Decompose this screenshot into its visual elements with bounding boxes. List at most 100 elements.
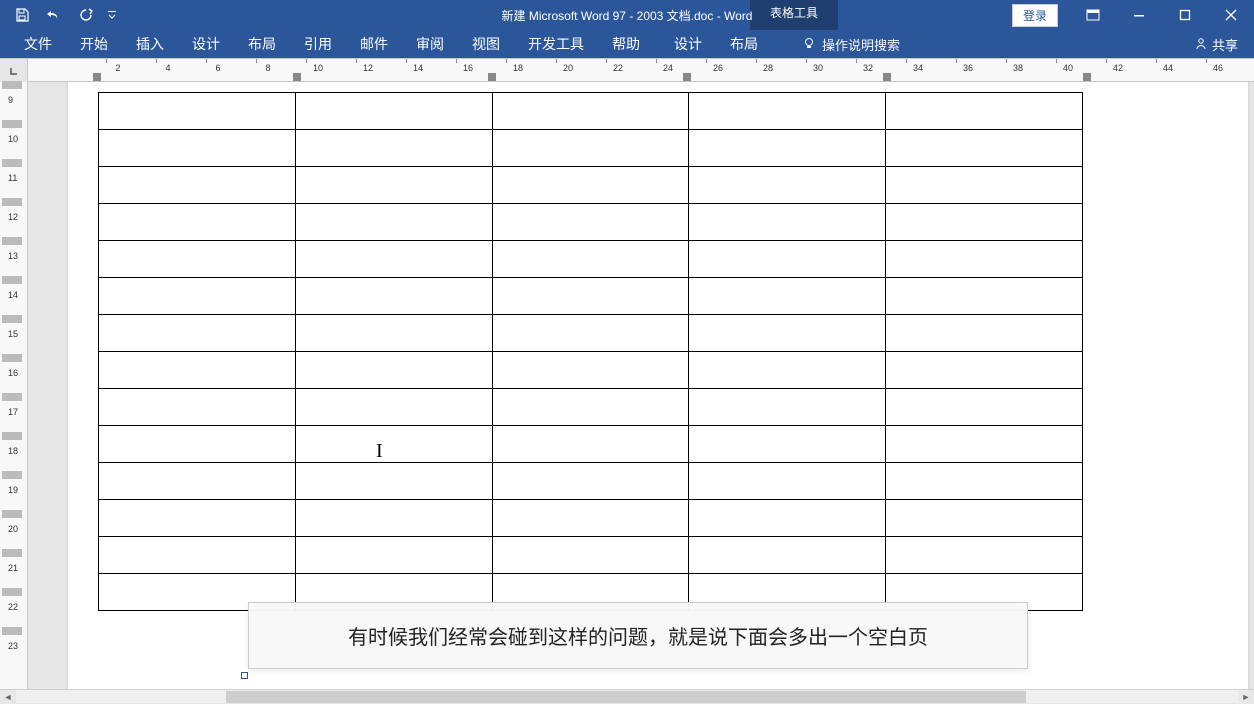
- table-cell[interactable]: [886, 389, 1083, 426]
- table-cell[interactable]: [492, 130, 689, 167]
- table-cell[interactable]: [99, 130, 296, 167]
- row-marker[interactable]: [2, 588, 22, 596]
- table-cell[interactable]: [886, 278, 1083, 315]
- table-cell[interactable]: [295, 537, 492, 574]
- tab-help[interactable]: 帮助: [598, 30, 654, 58]
- scroll-right-button[interactable]: ►: [1238, 690, 1254, 704]
- table-cell[interactable]: [492, 167, 689, 204]
- tab-review[interactable]: 审阅: [402, 30, 458, 58]
- tell-me-search[interactable]: 操作说明搜索: [802, 35, 900, 54]
- scroll-track[interactable]: [16, 690, 1238, 704]
- column-marker[interactable]: [1083, 73, 1091, 81]
- table-cell[interactable]: [295, 167, 492, 204]
- table-cell[interactable]: [492, 241, 689, 278]
- row-marker[interactable]: [2, 432, 22, 440]
- table-cell[interactable]: [886, 204, 1083, 241]
- scroll-left-button[interactable]: ◄: [0, 690, 16, 704]
- table-row[interactable]: [99, 167, 1083, 204]
- table-cell[interactable]: [689, 537, 886, 574]
- table-row[interactable]: [99, 278, 1083, 315]
- share-button[interactable]: 共享: [1194, 35, 1238, 54]
- row-marker[interactable]: [2, 159, 22, 167]
- table-cell[interactable]: [99, 500, 296, 537]
- tab-mailings[interactable]: 邮件: [346, 30, 402, 58]
- table-cell[interactable]: [492, 204, 689, 241]
- table-cell[interactable]: [886, 500, 1083, 537]
- table-row[interactable]: [99, 500, 1083, 537]
- table-cell[interactable]: [295, 278, 492, 315]
- table-cell[interactable]: [99, 315, 296, 352]
- column-marker[interactable]: [883, 73, 891, 81]
- qat-customize-button[interactable]: [104, 1, 120, 29]
- table-cell[interactable]: [295, 426, 492, 463]
- table-cell[interactable]: [886, 426, 1083, 463]
- row-marker[interactable]: [2, 237, 22, 245]
- table-cell[interactable]: [99, 463, 296, 500]
- tab-selector[interactable]: [0, 59, 28, 83]
- table-cell[interactable]: [99, 167, 296, 204]
- tab-references[interactable]: 引用: [290, 30, 346, 58]
- tab-home[interactable]: 开始: [66, 30, 122, 58]
- table-cell[interactable]: [689, 389, 886, 426]
- row-marker[interactable]: [2, 471, 22, 479]
- table-cell[interactable]: [492, 93, 689, 130]
- undo-button[interactable]: [40, 1, 68, 29]
- table-cell[interactable]: [492, 352, 689, 389]
- table-cell[interactable]: [689, 463, 886, 500]
- table-row[interactable]: [99, 204, 1083, 241]
- horizontal-ruler[interactable]: 2468101214161820222426283032343638404244…: [28, 59, 1254, 81]
- row-marker[interactable]: [2, 120, 22, 128]
- table-cell[interactable]: [492, 463, 689, 500]
- page-viewport[interactable]: I 有时候我们经常会碰到这样的问题，就是说下面会多出一个空白页: [28, 82, 1254, 689]
- minimize-button[interactable]: [1116, 0, 1162, 30]
- table-row[interactable]: [99, 130, 1083, 167]
- table-row[interactable]: [99, 241, 1083, 278]
- table-cell[interactable]: [295, 352, 492, 389]
- table-cell[interactable]: [689, 278, 886, 315]
- maximize-button[interactable]: [1162, 0, 1208, 30]
- table-cell[interactable]: [99, 389, 296, 426]
- row-marker[interactable]: [2, 198, 22, 206]
- table-cell[interactable]: [295, 241, 492, 278]
- table-row[interactable]: [99, 93, 1083, 130]
- table-cell[interactable]: [295, 130, 492, 167]
- table-cell[interactable]: [689, 500, 886, 537]
- table-cell[interactable]: [295, 204, 492, 241]
- table-cell[interactable]: [295, 463, 492, 500]
- tab-table-layout[interactable]: 布局: [716, 30, 772, 58]
- table-cell[interactable]: [886, 463, 1083, 500]
- table-row[interactable]: [99, 537, 1083, 574]
- vertical-ruler[interactable]: 91011121314151617181920212223: [0, 82, 28, 689]
- table-cell[interactable]: [99, 278, 296, 315]
- login-button[interactable]: 登录: [1012, 4, 1058, 27]
- column-marker[interactable]: [488, 73, 496, 81]
- table-cell[interactable]: [492, 500, 689, 537]
- table-cell[interactable]: [689, 352, 886, 389]
- horizontal-scrollbar[interactable]: ◄ ►: [0, 689, 1254, 703]
- table-cell[interactable]: [99, 204, 296, 241]
- tab-insert[interactable]: 插入: [122, 30, 178, 58]
- table-row[interactable]: [99, 315, 1083, 352]
- table-resize-handle[interactable]: [241, 672, 248, 679]
- row-marker[interactable]: [2, 276, 22, 284]
- table-cell[interactable]: [492, 278, 689, 315]
- table-row[interactable]: [99, 426, 1083, 463]
- table-row[interactable]: [99, 352, 1083, 389]
- table-cell[interactable]: [295, 93, 492, 130]
- tab-design[interactable]: 设计: [178, 30, 234, 58]
- table-cell[interactable]: [492, 537, 689, 574]
- tab-layout[interactable]: 布局: [234, 30, 290, 58]
- table-cell[interactable]: [689, 130, 886, 167]
- scroll-thumb[interactable]: [226, 691, 1026, 703]
- save-button[interactable]: [8, 1, 36, 29]
- table-row[interactable]: [99, 463, 1083, 500]
- column-marker[interactable]: [683, 73, 691, 81]
- close-button[interactable]: [1208, 0, 1254, 30]
- table-cell[interactable]: [99, 352, 296, 389]
- table-cell[interactable]: [886, 93, 1083, 130]
- row-marker[interactable]: [2, 393, 22, 401]
- row-marker[interactable]: [2, 510, 22, 518]
- table-cell[interactable]: [689, 167, 886, 204]
- column-marker[interactable]: [293, 73, 301, 81]
- row-marker[interactable]: [2, 549, 22, 557]
